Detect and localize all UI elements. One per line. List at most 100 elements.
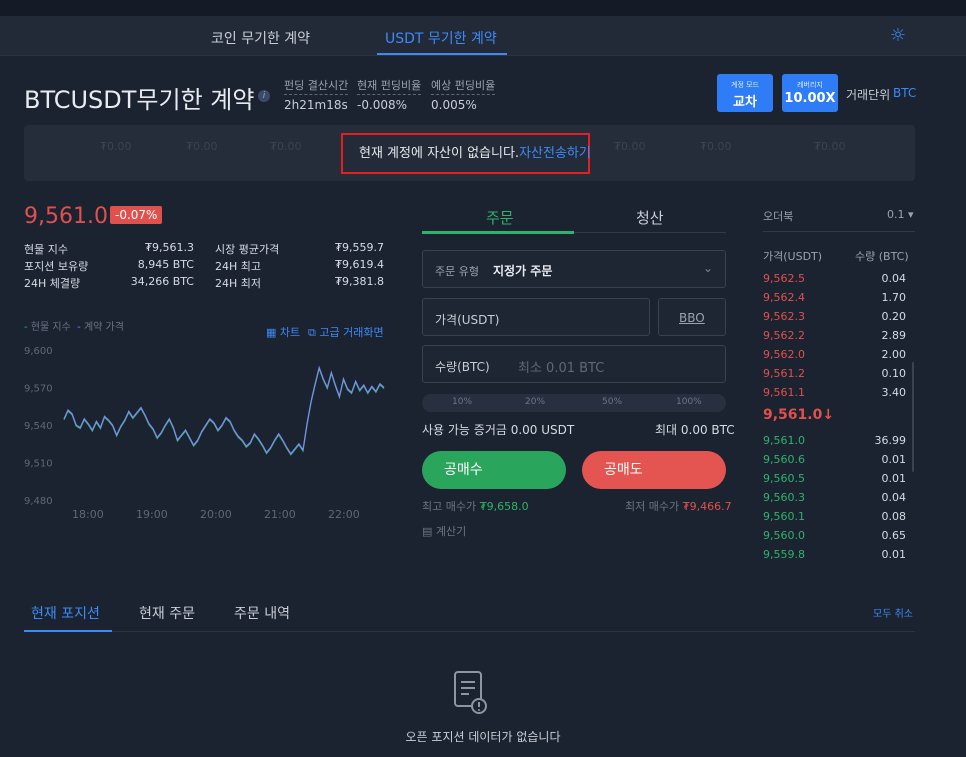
bid-row[interactable]: 9,560.6 0.01 bbox=[763, 453, 906, 472]
trade-unit-value[interactable]: BTC bbox=[893, 86, 916, 100]
row-qty: 0.04 bbox=[881, 272, 907, 285]
ask-row[interactable]: 9,562.5 0.04 bbox=[763, 272, 906, 291]
tab-open-order[interactable]: 주문 bbox=[486, 207, 514, 228]
quantity-input[interactable]: 수량(BTC) 최소 0.01 BTC bbox=[422, 345, 726, 383]
bid-row[interactable]: 9,559.8 0.01 bbox=[763, 548, 906, 567]
info-icon[interactable]: i bbox=[258, 90, 270, 102]
row-qty: 0.20 bbox=[881, 310, 907, 323]
ask-row[interactable]: 9,562.0 2.00 bbox=[763, 348, 906, 367]
row-qty: 3.40 bbox=[881, 386, 907, 399]
row-price: 9,561.2 bbox=[763, 367, 805, 380]
transfer-assets-link[interactable]: 자산전송하기 bbox=[519, 146, 591, 161]
percent-option[interactable]: 100% bbox=[676, 397, 702, 407]
spot-index-line bbox=[63, 366, 385, 456]
ask-row[interactable]: 9,561.1 3.40 bbox=[763, 386, 906, 405]
price-input[interactable]: 가격(USDT) bbox=[422, 298, 650, 336]
short-button[interactable]: 공매도 bbox=[582, 451, 726, 489]
tab-current-orders[interactable]: 현재 주문 bbox=[139, 603, 195, 623]
cancel-all-button[interactable]: 모두 취소 bbox=[873, 605, 913, 620]
order-type-label: 주문 유형 bbox=[435, 265, 479, 278]
row-qty: 0.01 bbox=[881, 453, 907, 466]
row-qty: 0.65 bbox=[881, 529, 907, 542]
ask-row[interactable]: 9,562.3 0.20 bbox=[763, 310, 906, 329]
x-tick-label: 20:00 bbox=[200, 508, 232, 520]
leverage-button[interactable]: 레버리지 10.00X bbox=[782, 74, 838, 112]
stat-label: 시장 평균가격 bbox=[215, 243, 280, 256]
legend-contract-marker: - bbox=[77, 322, 81, 333]
row-price: 9,560.0 bbox=[763, 529, 805, 542]
stat-label: 24H 최저 bbox=[215, 277, 262, 290]
tab-usdt-perpetual[interactable]: USDT 무기한 계약 bbox=[385, 28, 497, 48]
quantity-placeholder: 최소 0.01 BTC bbox=[518, 361, 605, 376]
max-buy-price: 최고 매수가 ₮9,658.0 bbox=[422, 500, 529, 513]
contract-type-tabs: 코인 무기한 계약 USDT 무기한 계약 ☼ bbox=[0, 16, 966, 56]
row-qty: 2.89 bbox=[881, 329, 907, 342]
funding-time: 펀딩 결산시간 2h21m18s bbox=[284, 79, 349, 112]
account-ghost-value: ₮0.00 bbox=[186, 140, 218, 153]
bid-row[interactable]: 9,560.0 0.65 bbox=[763, 529, 906, 548]
chart-link[interactable]: ▦ 차트 bbox=[266, 324, 300, 340]
account-mode-button[interactable]: 계정 모드 교차 bbox=[717, 74, 773, 112]
row-qty: 36.99 bbox=[874, 434, 907, 447]
caret-down-icon: ▾ bbox=[908, 208, 914, 221]
row-qty: 0.04 bbox=[881, 491, 907, 504]
row-price: 9,561.1 bbox=[763, 386, 805, 399]
top-strip bbox=[0, 0, 966, 16]
row-price: 9,562.2 bbox=[763, 329, 805, 342]
row-price: 9,560.5 bbox=[763, 472, 805, 485]
bid-row[interactable]: 9,560.1 0.08 bbox=[763, 510, 906, 529]
orderbook-mid-price: 9,561.0↓ bbox=[763, 407, 835, 423]
order-type-select[interactable]: 주문 유형 지정가 주문 ⌄ bbox=[422, 250, 726, 288]
notice-text: 현재 계정에 자산이 없습니다. bbox=[359, 146, 520, 161]
stat-value: 34,266 BTC bbox=[130, 275, 194, 288]
bid-row[interactable]: 9,561.0 36.99 bbox=[763, 434, 906, 453]
percent-option[interactable]: 20% bbox=[525, 397, 545, 407]
ask-row[interactable]: 9,561.2 0.10 bbox=[763, 367, 906, 386]
orderbook-precision[interactable]: 0.1 ▾ bbox=[887, 208, 914, 221]
tab-order-history[interactable]: 주문 내역 bbox=[234, 603, 290, 623]
min-sell-price: 최저 매수가 ₮9,466.7 bbox=[625, 500, 732, 513]
stat-value: ₮9,559.7 bbox=[335, 241, 384, 254]
percent-option[interactable]: 10% bbox=[452, 397, 472, 407]
y-tick-label: 9,480 bbox=[24, 496, 53, 507]
bid-row[interactable]: 9,560.5 0.01 bbox=[763, 472, 906, 491]
empty-state-text: 오픈 포지션 데이터가 없습니다 bbox=[405, 730, 561, 744]
tab-current-positions[interactable]: 현재 포지션 bbox=[31, 603, 100, 623]
max-quantity: 최대 0.00 BTC bbox=[655, 423, 735, 437]
orderbook-col-qty: 수량 (BTC) bbox=[855, 250, 909, 263]
tab-close-order[interactable]: 청산 bbox=[636, 207, 664, 228]
orderbook-scrollbar[interactable] bbox=[912, 362, 914, 472]
row-qty: 0.01 bbox=[881, 472, 907, 485]
long-button[interactable]: 공매수 bbox=[422, 451, 566, 489]
x-tick-label: 21:00 bbox=[264, 508, 296, 520]
expand-icon: ⧉ bbox=[308, 326, 316, 339]
orderbook-col-price: 가격(USDT) bbox=[763, 250, 823, 263]
y-tick-label: 9,600 bbox=[24, 346, 53, 357]
tab-coin-perpetual[interactable]: 코인 무기한 계약 bbox=[211, 28, 310, 48]
sun-icon[interactable]: ☼ bbox=[888, 26, 908, 46]
y-tick-label: 9,540 bbox=[24, 421, 53, 432]
empty-document-icon bbox=[454, 671, 487, 714]
last-price: 9,561.0 bbox=[24, 204, 108, 229]
orderbook-title: 오더북 bbox=[763, 210, 794, 223]
orderbook-divider bbox=[763, 231, 915, 232]
y-tick-label: 9,570 bbox=[24, 384, 53, 395]
percent-option[interactable]: 50% bbox=[602, 397, 622, 407]
stat-label: 현물 지수 bbox=[24, 243, 68, 256]
ask-row[interactable]: 9,562.4 1.70 bbox=[763, 291, 906, 310]
calculator-link[interactable]: ▤ 계산기 bbox=[422, 523, 466, 539]
order-type-value: 지정가 주문 bbox=[493, 264, 553, 278]
percent-slider[interactable]: 10% 20% 50% 100% bbox=[422, 394, 726, 412]
row-price: 9,562.0 bbox=[763, 348, 805, 361]
active-tab-indicator bbox=[377, 53, 507, 55]
contract-price-line bbox=[63, 365, 385, 455]
bbo-button[interactable]: BBO bbox=[658, 298, 726, 336]
bid-row[interactable]: 9,560.3 0.04 bbox=[763, 491, 906, 510]
row-qty: 0.01 bbox=[881, 548, 907, 561]
row-price: 9,560.1 bbox=[763, 510, 805, 523]
row-price: 9,562.5 bbox=[763, 272, 805, 285]
advanced-view-link[interactable]: ⧉ 고급 거래화면 bbox=[308, 324, 384, 340]
ask-row[interactable]: 9,562.2 2.89 bbox=[763, 329, 906, 348]
legend-contract: 계약 가격 bbox=[83, 322, 124, 333]
row-qty: 1.70 bbox=[881, 291, 907, 304]
